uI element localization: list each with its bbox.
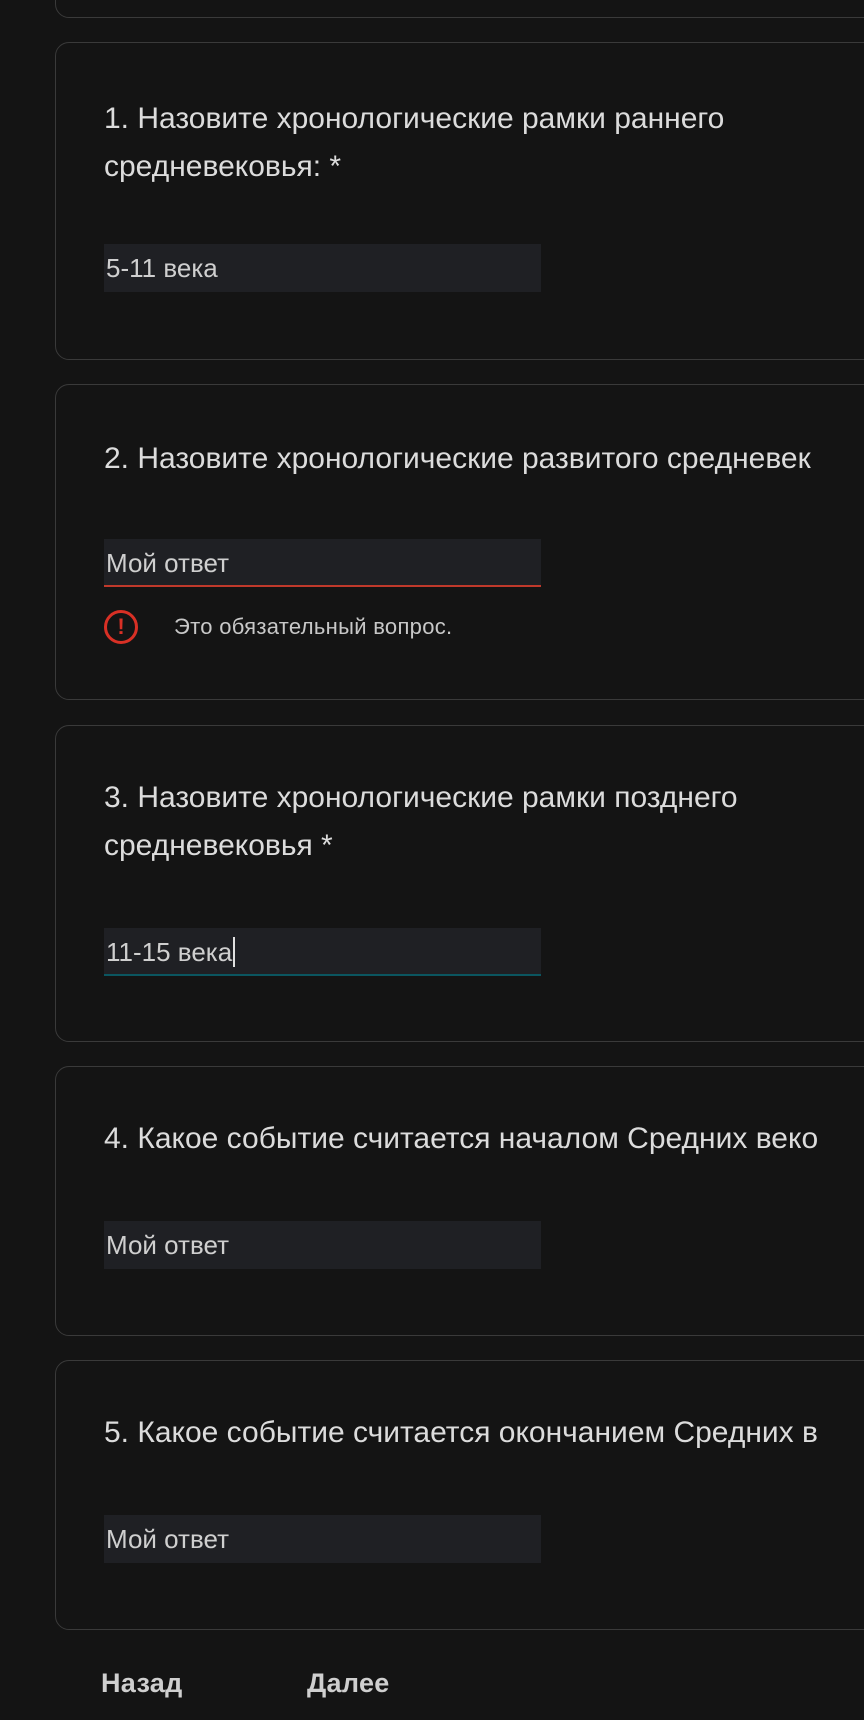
answer-field[interactable]: 11-15 века [104,928,541,976]
answer-value: 11-15 века [106,937,233,967]
answer-placeholder: Мой ответ [106,548,229,578]
error-message: ! Это обязательный вопрос. [104,607,452,647]
answer-field[interactable]: Мой ответ [104,539,541,587]
answer-placeholder: Мой ответ [106,1524,229,1554]
question-card-1: 1. Назовите хронологические рамки раннег… [55,42,864,360]
previous-card [55,0,864,18]
question-card-4: 4. Какое событие считается началом Средн… [55,1066,864,1336]
question-card-5: 5. Какое событие считается окончанием Ср… [55,1360,864,1630]
next-button[interactable]: Далее [307,1668,390,1699]
answer-field[interactable]: 5-11 века [104,244,541,292]
question-card-3: 3. Назовите хронологические рамки поздне… [55,725,864,1042]
text-caret [233,937,236,968]
question-card-2: 2. Назовите хронологические развитого ср… [55,384,864,700]
question-title: 2. Назовите хронологические развитого ср… [104,442,811,475]
answer-field[interactable]: Мой ответ [104,1515,541,1563]
question-title: 3. Назовите хронологические рамки поздне… [104,781,738,862]
answer-placeholder: Мой ответ [106,1230,229,1260]
question-title: 4. Какое событие считается началом Средн… [104,1122,819,1155]
error-text: Это обязательный вопрос. [174,614,453,639]
question-title: 1. Назовите хронологические рамки раннег… [104,102,725,183]
question-title: 5. Какое событие считается окончанием Ср… [104,1416,818,1449]
back-button[interactable]: Назад [101,1668,183,1699]
alert-circle-icon: ! [104,610,138,644]
answer-value: 5-11 века [106,253,218,283]
answer-field[interactable]: Мой ответ [104,1221,541,1269]
